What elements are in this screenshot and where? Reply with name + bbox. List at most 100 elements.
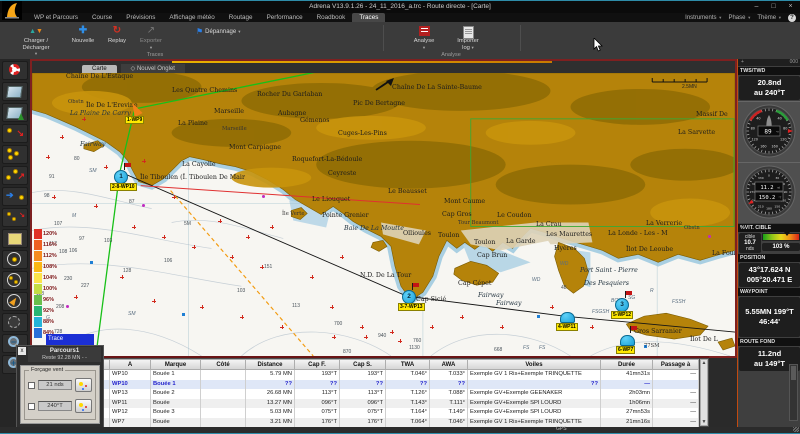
waypoint-marker-3[interactable]: 3 [615,298,629,312]
waypoint-marker-1[interactable]: 1 [114,170,128,184]
nouvel-onglet-label: Nouvel Onglet [137,66,175,72]
table-cell: 13.27 MN [246,399,295,409]
column-header-marque[interactable]: Marque [151,359,201,370]
table-row[interactable]: WP10WP13Bouée 226.68 MN113°T113°TT.126°T… [58,389,699,399]
nautical-chart[interactable]: 2.5MN Chaîne De L'EstaqueObstnÎle De L'E… [32,73,735,356]
resize-grip[interactable] [793,427,799,432]
depannage-button[interactable]: ⚑ Dépannage ▾ [196,27,240,36]
menu-tab-roadbook[interactable]: Roadbook [310,13,353,22]
waypoint-label[interactable]: 4-WP11 [556,323,578,331]
wind-speed-field[interactable]: 21 nds [38,380,72,390]
place-label: Roquefort-La-Bédoule [292,156,362,163]
waypoint-marker[interactable] [620,335,635,346]
help-button[interactable]: ? [788,14,796,22]
place-label: Îlot De L [690,336,718,343]
column-header-dur-e[interactable]: Durée [601,359,653,370]
menu-tab-pr-visions[interactable]: Prévisions [119,13,162,22]
column-header-c-t-[interactable]: Côté [201,359,246,370]
waypoint-route-icon[interactable]: ↘ [2,124,28,143]
instruments-scrollbar[interactable] [789,364,798,421]
column-header-cap-f-[interactable]: Cap F. [295,359,340,370]
menu-tab-routage[interactable]: Routage [222,13,260,22]
danger-mark-icon [590,325,594,329]
menu-th-me[interactable]: Thème ▾ [757,15,781,21]
waypoint-label[interactable]: 6-WP7 [616,346,635,354]
menu-tab-course[interactable]: Course [85,13,119,22]
place-label: Gémenos [300,117,330,124]
waypoint-marker-2[interactable]: 2 [402,290,416,304]
tab-carte[interactable]: Carte [82,65,117,73]
wind-speed-picker-button[interactable] [75,378,92,392]
wind-dir-field[interactable]: 240°T [38,401,72,411]
waypoint-label[interactable]: 2-8-WP10 [110,183,137,191]
table-row[interactable]: WP12WP7Bouée3.21 MN176°T176°TT.064°T.046… [58,418,699,428]
maximize-button[interactable]: □ [766,2,781,12]
mob-lifebuoy-icon[interactable] [2,61,28,80]
wind-dir-checkbox[interactable] [28,403,35,410]
waypoint-marker[interactable] [560,312,575,323]
waypoints-small-icon[interactable]: ↘ [2,208,28,227]
table-row[interactable]: bateauWP10Bouée 1????????????— [58,380,699,390]
table-cell: — [653,418,699,428]
column-header-awa[interactable]: AWA [430,359,468,370]
chart-icon[interactable] [2,82,28,101]
danger-mark-icon [200,305,204,309]
analyse-button[interactable]: Analyse ▾ [406,25,442,51]
column-header-voiles[interactable]: Voiles [468,359,601,370]
column-header-distance[interactable]: Distance [246,359,295,370]
window-title: Adrena V13.9.1.26 - 24_11_2016_a.trc - R… [0,3,800,10]
table-row[interactable]: WP9WP10Bouée 15.79 MN193°T193°TT.046°T.0… [58,370,699,380]
chart-boat-icon[interactable] [2,103,28,122]
waypoint-arrow-icon[interactable]: ➔ [2,187,28,206]
column-header-cap-s-[interactable]: Cap S. [340,359,386,370]
place-label: Le Liouquet [312,196,350,203]
table-row[interactable]: WP13WP11Bouée13.27 MN096°T096°TT.143°T.1… [58,399,699,409]
scroll-down-icon[interactable]: ▼ [701,419,707,425]
wind-speed-checkbox[interactable] [28,382,35,389]
wind-dir-picker-button[interactable] [75,399,92,413]
waypoint-label[interactable]: 5-WP12 [611,311,633,319]
circle-validate-icon[interactable] [2,292,28,311]
menu-tab-performance[interactable]: Performance [260,13,310,22]
menu-tab-wp-et-parcours[interactable]: WP et Parcours [27,13,85,22]
minimize-button[interactable]: – [749,2,764,12]
waypoint-label[interactable]: 1-WP9 [125,116,144,124]
svg-text:160: 160 [760,145,766,149]
parcours-close-button[interactable]: x [18,347,26,355]
longitude-value: 005°20.471 E [739,275,800,285]
column-header-passage-[interactable]: Passage à [653,359,699,370]
danger-mark-icon [280,325,284,329]
waypoint-label[interactable]: 3-7-WP13 [398,303,425,311]
circle-waypoint-icon[interactable] [2,250,28,269]
danger-mark-icon [120,275,124,279]
cible-value-box: cible 10.7 nds [739,233,761,253]
table-cell: Bouée 3 [151,408,201,418]
exporter-button[interactable]: ↗ Exporter ▾ [134,25,168,51]
nouvelle-button[interactable]: ✚ Nouvelle [66,25,100,45]
close-button[interactable]: × [783,2,798,12]
menu-instruments[interactable]: Instruments ▾ [685,15,721,21]
depth-sounding: 97 [79,236,85,242]
importer-log-button[interactable]: Importer log ▾ [448,25,488,51]
menu-tab-traces[interactable]: Traces [352,13,385,22]
latitude-value: 43°17.624 N [739,265,800,275]
replay-button[interactable]: ↻ Replay [102,25,132,45]
circle-waypoints-icon[interactable] [2,271,28,290]
menu-tab-affichage-m-t-o[interactable]: Affichage météo [162,13,221,22]
tab-nouvel-onglet[interactable]: ◇ Nouvel Onglet [121,64,185,73]
instrument-settings-icon[interactable]: + [741,59,744,66]
waypoints-icon[interactable] [2,145,28,164]
danger-mark-icon [364,335,368,339]
waypoints-path-icon[interactable]: ↗ [2,166,28,185]
selection-circle-icon[interactable] [2,313,28,332]
scroll-up-icon[interactable]: ▲ [701,360,707,366]
table-cell: 096°T [340,399,386,409]
menu-phase[interactable]: Phase ▾ [728,15,750,21]
place-label: La Plaine [178,120,208,127]
column-header-a[interactable]: A [110,359,151,370]
notes-icon[interactable] [2,229,28,248]
charger-decharger-button[interactable]: ▲▼ Charger / Décharger ▾ [10,25,62,58]
column-header-twa[interactable]: TWA [386,359,430,370]
table-row[interactable]: WP11WP12Bouée 35.03 MN075°T075°TT.164°T.… [58,408,699,418]
table-scrollbar[interactable]: ▲ ▼ [700,359,708,426]
